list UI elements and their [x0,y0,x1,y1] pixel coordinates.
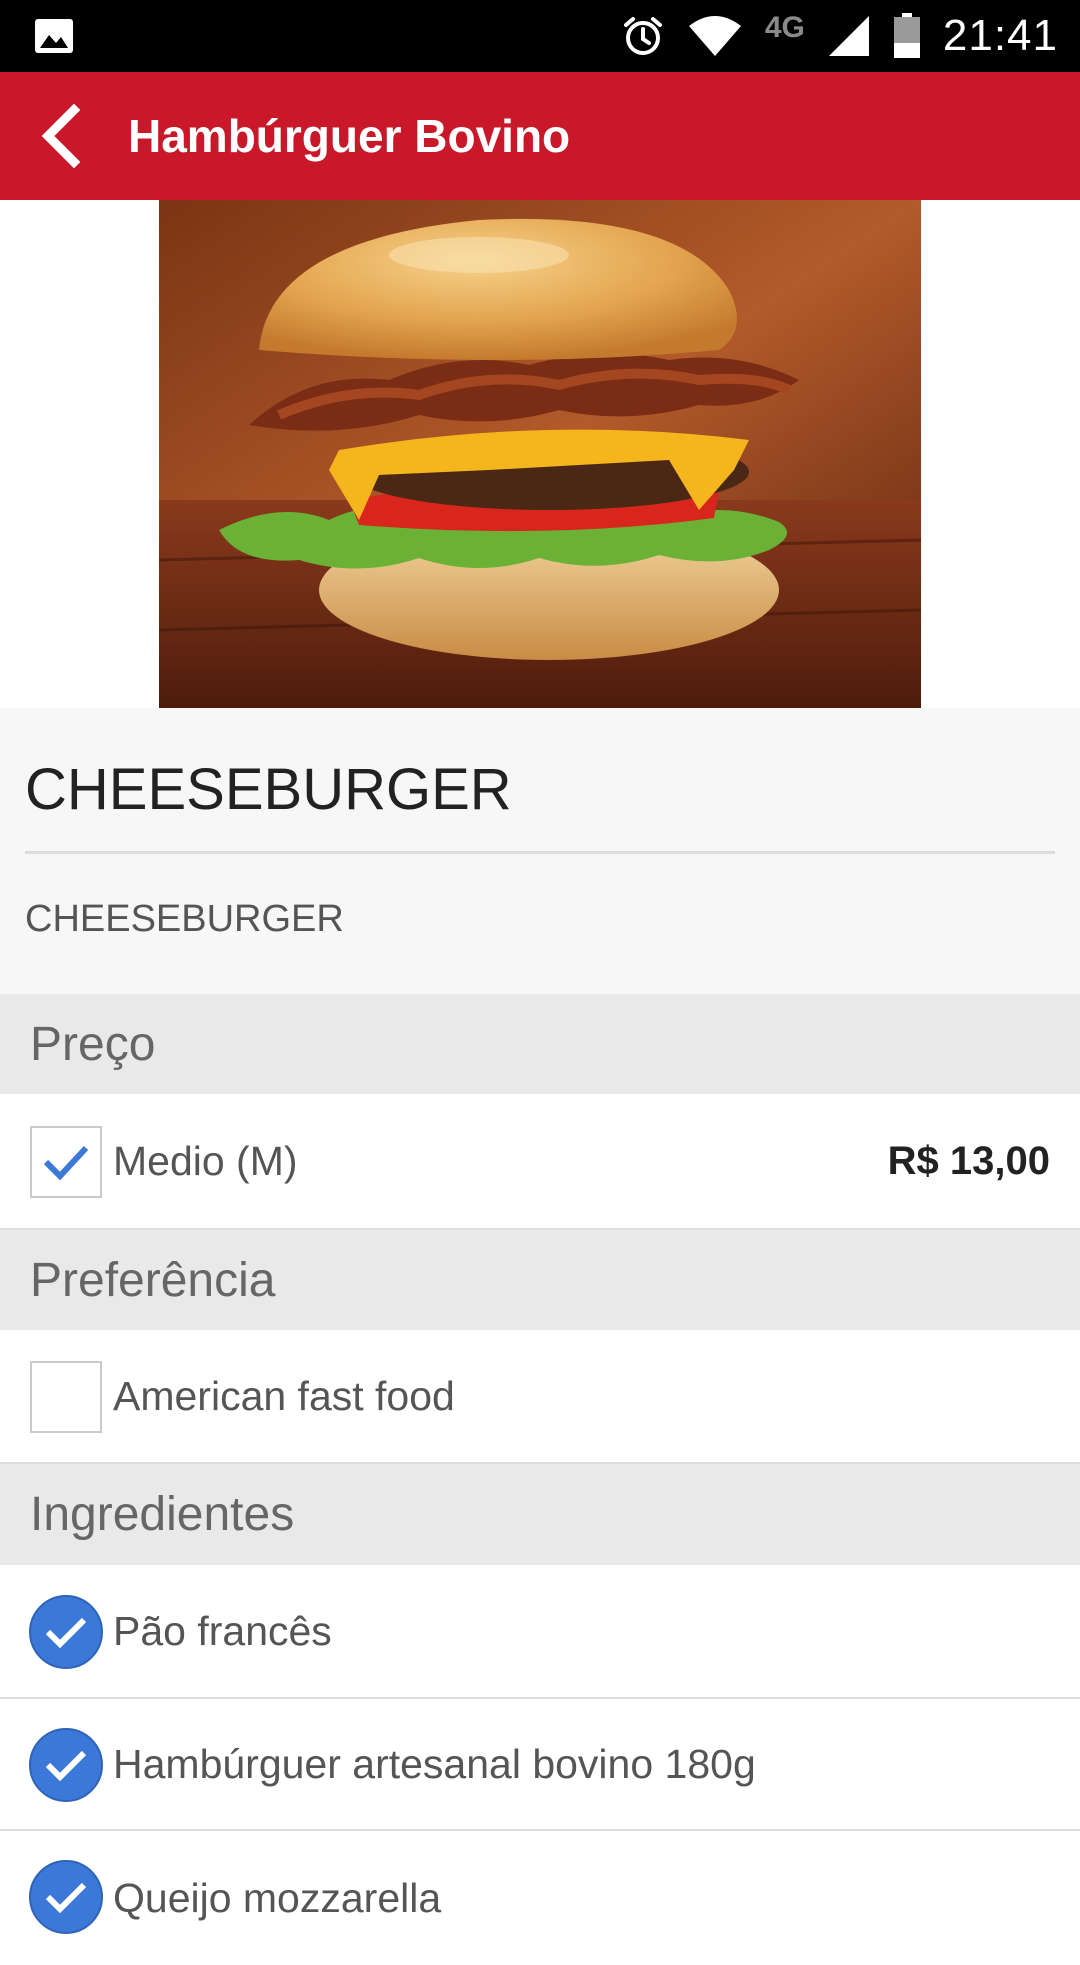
section-header-preference: Preferência [0,1230,1080,1330]
ingredient-label: Queijo mozzarella [113,1875,442,1921]
status-bar: 4G 21:41 [0,0,1080,72]
app-bar: Hambúrguer Bovino [0,72,1080,200]
status-time: 21:41 [942,11,1058,60]
ingredient-checkbox[interactable] [29,1860,103,1934]
ingredient-item[interactable]: Pão francês [0,1565,1080,1699]
price-value: R$ 13,00 [887,1138,1050,1183]
ingredient-checkbox[interactable] [29,1728,103,1802]
product-description: CHEESEBURGER [25,898,344,940]
price-option-medio[interactable]: Medio (M) R$ 13,00 [0,1094,1080,1230]
check-icon [45,1617,87,1649]
section-header-price: Preço [0,994,1080,1094]
page-title: Hambúrguer Bovino [128,110,571,162]
check-icon [45,1750,87,1782]
section-header-ingredients: Ingredientes [0,1464,1080,1565]
ingredient-label: Pão francês [113,1607,332,1654]
ingredient-label: Hambúrguer artesanal bovino 180g [113,1740,756,1787]
divider [25,851,1055,854]
check-icon [43,1145,89,1181]
preference-option-american[interactable]: American fast food [0,1330,1080,1464]
ingredient-item[interactable]: Queijo mozzarella [0,1831,1080,1965]
alarm-icon [623,17,662,55]
preference-checkbox[interactable] [30,1361,102,1433]
back-button[interactable] [20,96,100,176]
product-name: CHEESEBURGER [25,757,512,822]
network-type-label: 4G [764,11,805,44]
product-info: CHEESEBURGER CHEESEBURGER [0,708,1080,994]
product-image-area [0,200,1080,708]
image-icon [35,19,73,53]
status-icons: 4G 21:41 [621,0,1058,72]
price-option-label: Medio (M) [113,1137,298,1184]
chevron-left-icon [41,104,81,168]
wifi-icon [688,16,741,56]
preference-option-label: American fast food [113,1372,455,1419]
price-checkbox[interactable] [30,1126,102,1198]
check-icon [45,1882,87,1914]
product-image [159,200,921,708]
ingredient-checkbox[interactable] [29,1595,103,1669]
ingredient-item[interactable]: Hambúrguer artesanal bovino 180g [0,1699,1080,1831]
signal-icon [828,16,869,56]
battery-icon [893,13,920,58]
